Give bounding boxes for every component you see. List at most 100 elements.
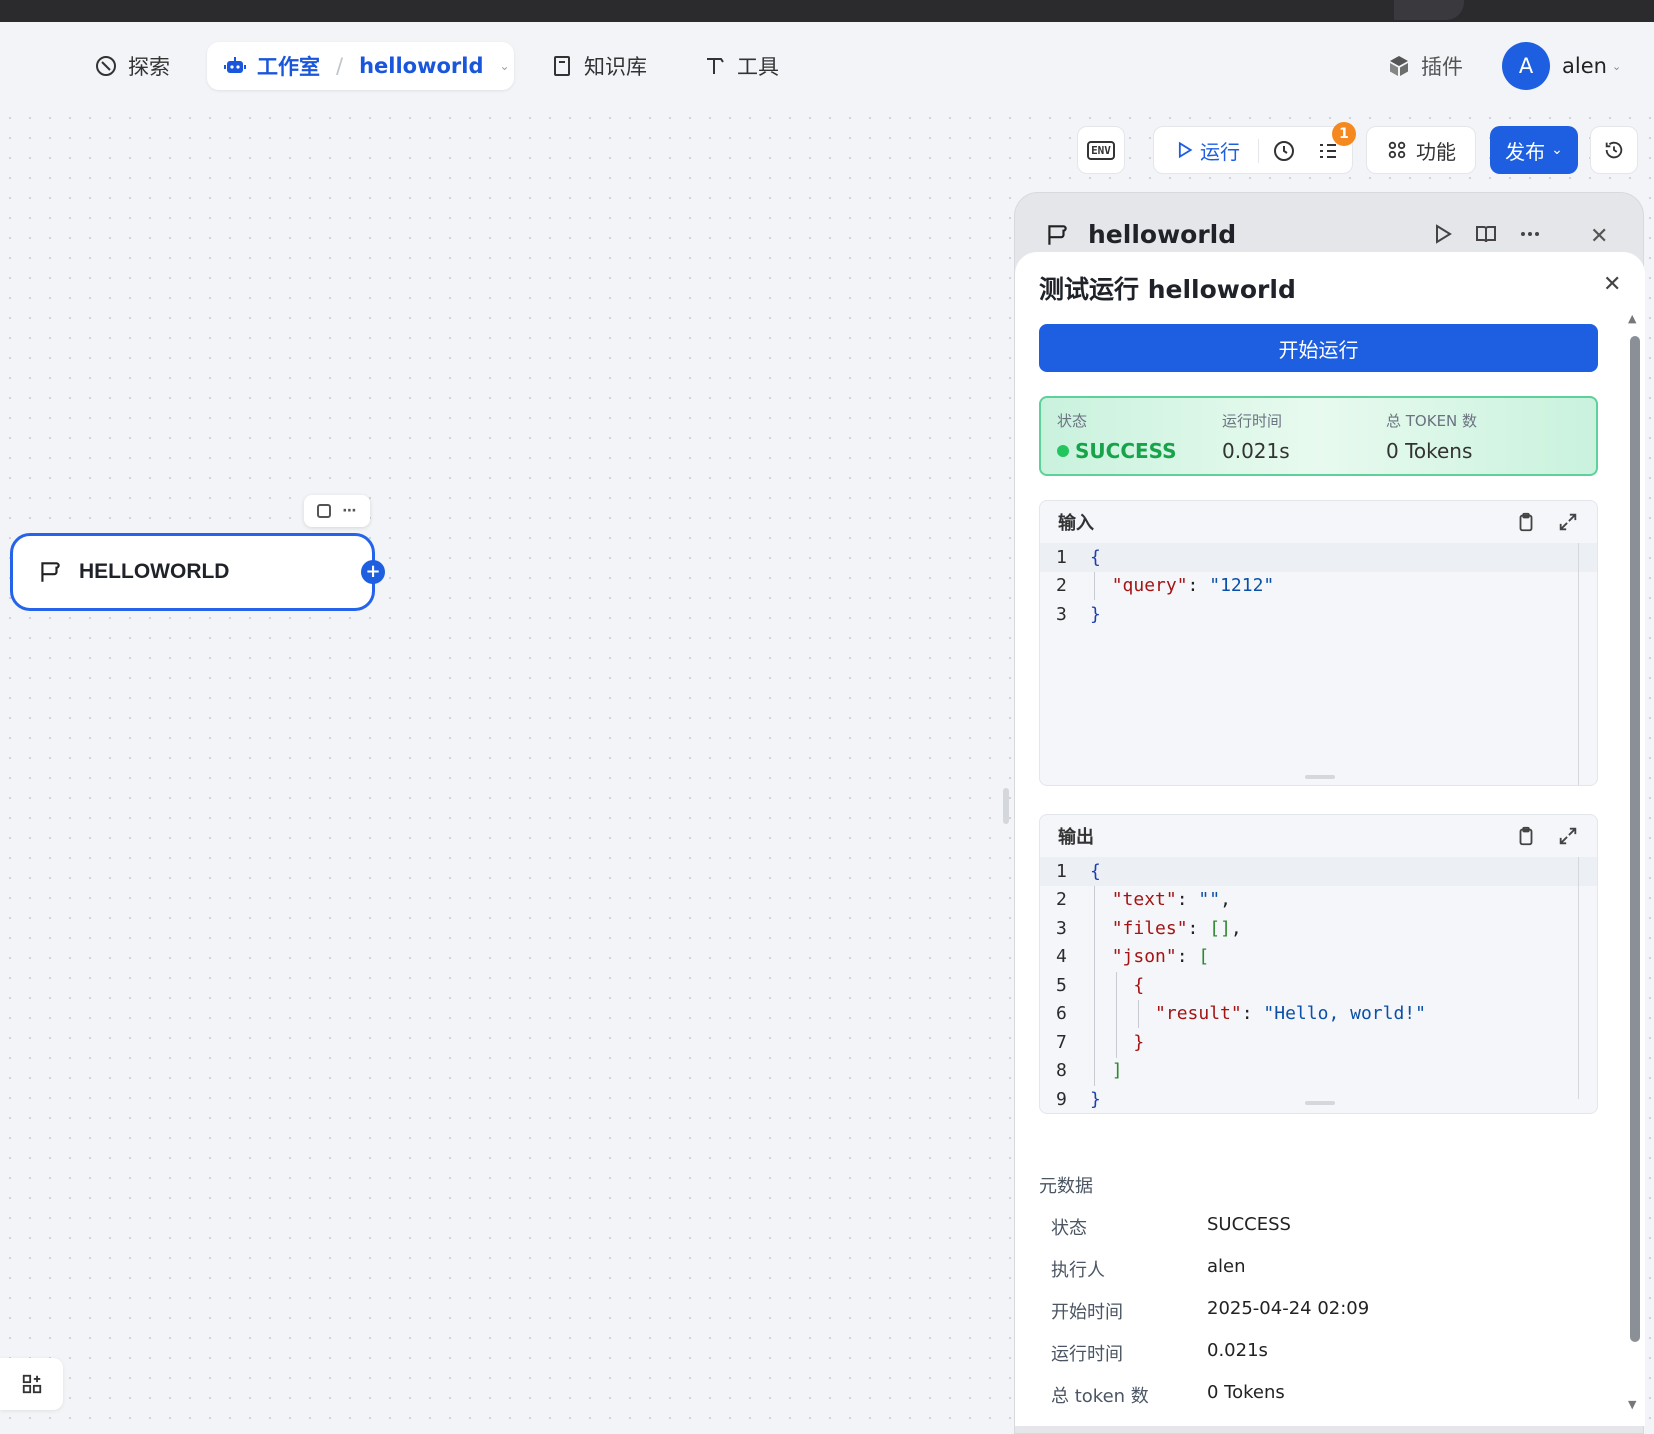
clipboard-icon[interactable] [1515,825,1537,847]
breadcrumb-separator: / [336,54,344,78]
chevron-down-icon: ⌄ [1551,142,1563,158]
features-label: 功能 [1416,139,1456,164]
stat-time-value: 0.021s [1222,439,1290,463]
features-button[interactable]: 功能 [1366,126,1476,174]
stat-time: 运行时间 0.021s [1222,410,1290,463]
run-label: 运行 [1200,139,1240,164]
scroll-down-arrow-icon[interactable]: ▼ [1628,1398,1636,1411]
metadata-row: 执行人 alen [1051,1256,1246,1281]
nav-tools[interactable]: 工具 [703,42,779,90]
book-open-icon[interactable] [1474,222,1498,246]
stat-tokens-label: 总 TOKEN 数 [1386,412,1478,430]
chevron-down-icon[interactable]: ⌄ [500,59,510,73]
code-line: 7 } [1056,1031,1145,1053]
status-dot [1057,445,1069,457]
scrollbar-thumb[interactable] [1630,336,1640,1342]
stat-status: 状态 SUCCESS [1057,410,1177,463]
run-stats: 状态 SUCCESS 运行时间 0.021s 总 TOKEN 数 0 Token… [1039,396,1598,476]
stat-status-label: 状态 [1057,412,1088,430]
layout-grid-icon [22,1374,41,1394]
node-toolbar: ⋯ [304,495,370,527]
code-line: 2 "query": "1212" [1056,575,1275,597]
more-icon[interactable] [1518,222,1542,246]
expand-icon[interactable] [1557,511,1579,533]
metadata-title: 元数据 [1039,1176,1093,1197]
nav-tools-label: 工具 [737,55,779,79]
input-label: 输入 [1058,513,1094,534]
nav-studio-breadcrumb[interactable]: 工作室 / helloworld ⌄ [207,42,514,90]
close-icon[interactable]: ✕ [1603,272,1621,297]
panel-resize-handle[interactable] [1003,788,1009,824]
publish-label: 发布 [1505,139,1546,164]
history-clock-icon[interactable] [1272,139,1296,163]
nav-knowledge[interactable]: 知识库 [550,42,647,90]
stat-tokens: 总 TOKEN 数 0 Tokens [1386,410,1477,463]
square-icon[interactable] [316,504,331,518]
browser-chrome-strip [0,0,1654,22]
test-run-panel: 测试运行 helloworld ✕ 开始运行 状态 SUCCESS 运行时间 0… [1015,252,1645,1426]
env-icon: ENV [1087,140,1115,160]
book-icon [554,56,570,76]
user-name[interactable]: alen [1562,54,1607,78]
workflow-node[interactable]: HELLOWORLD [10,533,375,611]
code-line: 3 "files": [], [1056,917,1242,939]
nav-explore[interactable]: 探索 [94,42,170,90]
start-run-button[interactable]: 开始运行 [1039,324,1598,372]
env-button[interactable]: ENV [1077,126,1125,174]
cube-icon [1390,56,1408,76]
output-header: 输出 [1040,815,1597,857]
metadata-row: 运行时间 0.021s [1051,1340,1268,1365]
code-line: 4 "json": [ [1056,946,1210,968]
clipboard-icon[interactable] [1515,511,1537,533]
nav-studio-label[interactable]: 工作室 [257,51,320,81]
close-icon[interactable]: ✕ [1590,224,1608,249]
output-card: 输出 1{ 2 "text": "", 3 "files": [], 4 "js… [1039,814,1598,1114]
expand-icon[interactable] [1557,825,1579,847]
run-group: 运行 [1153,126,1353,174]
compass-icon [96,56,116,76]
chevron-down-icon[interactable]: ⌄ [1612,60,1621,73]
avatar[interactable]: A [1502,42,1550,90]
flag-icon [1048,224,1067,245]
stat-status-value: SUCCESS [1075,439,1177,463]
top-navigation: 探索 工作室 / helloworld ⌄ 知识库 工具 插件 A alen ⌄ [0,22,1654,108]
code-line: 9} [1056,1088,1101,1110]
history-icon [1605,141,1623,159]
metadata-row: 状态 SUCCESS [1051,1214,1291,1239]
stat-tokens-value: 0 Tokens [1386,439,1473,463]
flag-icon [41,562,60,582]
version-history-button[interactable] [1590,126,1638,174]
metadata-row: 开始时间 2025-04-24 02:09 [1051,1298,1370,1323]
code-line: 1{ [1040,857,1597,886]
input-header: 输入 [1040,501,1597,543]
resize-grip[interactable] [1305,1101,1335,1105]
app-name[interactable]: helloworld [359,54,483,78]
code-line: 8 ] [1056,1060,1123,1082]
code-line: 6 "result": "Hello, world!" [1056,1003,1426,1025]
node-title: HELLOWORLD [79,560,230,583]
metadata-row: 总 token 数0 Tokens [1051,1382,1285,1407]
robot-icon [224,57,246,73]
notification-badge: 1 [1332,122,1356,146]
nav-explore-label: 探索 [128,55,170,79]
run-button[interactable]: 运行 [1174,127,1240,173]
input-editor[interactable]: 1{ 2 "query": "1212" 3} [1040,543,1597,785]
more-icon[interactable]: ⋯ [343,503,358,519]
nav-plugins[interactable]: 插件 [1387,42,1463,90]
code-line: 1{ [1040,543,1597,572]
output-label: 输出 [1058,827,1094,848]
scroll-up-arrow-icon[interactable]: ▲ [1628,312,1636,325]
resize-grip[interactable] [1305,775,1335,779]
node-detail-title: helloworld [1088,220,1237,249]
node-detail-actions [1430,222,1542,246]
add-node-button[interactable]: + [361,560,385,584]
minimap-toggle[interactable] [0,1358,63,1410]
input-card: 输入 1{ 2 "query": "1212" 3} [1039,500,1598,786]
node-detail-header: helloworld [1044,220,1236,249]
publish-button[interactable]: 发布 ⌄ [1490,126,1578,174]
nav-knowledge-label: 知识库 [584,55,647,79]
play-icon[interactable] [1430,222,1454,246]
code-line: 2 "text": "", [1056,889,1231,911]
output-editor[interactable]: 1{ 2 "text": "", 3 "files": [], 4 "json"… [1040,857,1597,1113]
play-icon [1178,141,1193,159]
